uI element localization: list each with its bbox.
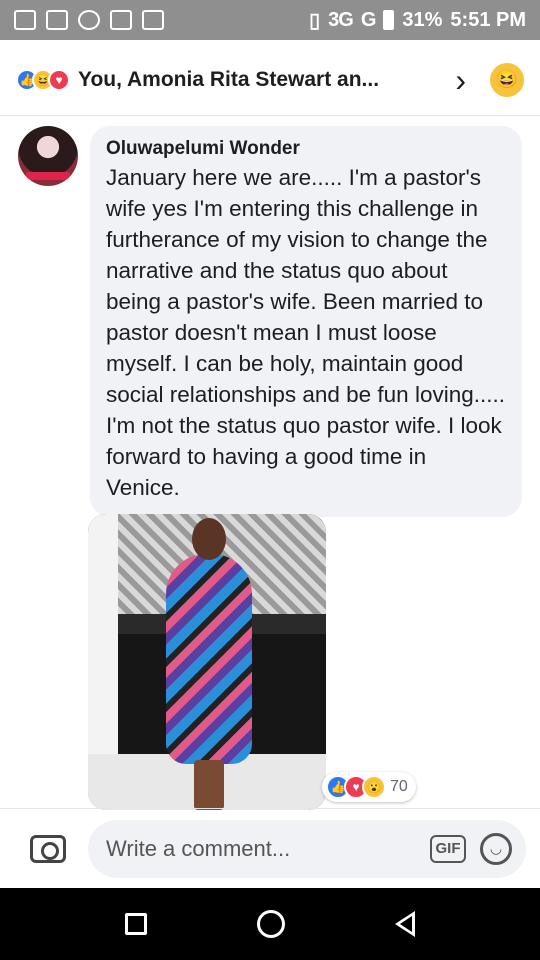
camera-icon[interactable] — [30, 834, 66, 863]
status-bar: ▯ 3G G 31% 5:51 PM — [0, 0, 540, 40]
reaction-stack: 👍 😆 ♥ — [16, 68, 70, 91]
avatar[interactable] — [18, 126, 78, 186]
comment-text: January here we are..... I'm a pastor's … — [106, 165, 505, 500]
whatsapp-notification-icon — [78, 10, 100, 30]
app-notification-icon — [142, 10, 164, 30]
haha-react-button[interactable]: 😆 — [490, 62, 524, 97]
comment-composer: GIF ◡ — [0, 808, 540, 888]
reactions-header[interactable]: 👍 😆 ♥ You, Amonia Rita Stewart an... › 😆 — [0, 44, 540, 116]
love-icon: ♥ — [48, 68, 70, 91]
gif-icon[interactable]: GIF — [430, 834, 466, 863]
vibrate-icon: ▯ — [309, 9, 321, 32]
battery-percent: 31% — [402, 8, 443, 31]
comment-bubble[interactable]: Oluwapelumi Wonder January here we are..… — [90, 126, 522, 517]
comment-reactions[interactable]: 👍 ♥ 😮 70 — [322, 772, 416, 802]
back-button[interactable] — [395, 911, 415, 937]
system-nav-bar — [0, 888, 540, 960]
facebook-notification-icon — [14, 10, 36, 30]
gallery-notification-icon — [110, 10, 132, 30]
comment-input[interactable] — [106, 835, 430, 862]
network-type-2: G — [360, 8, 377, 31]
comment-author[interactable]: Oluwapelumi Wonder — [106, 138, 506, 160]
wow-icon: 😮 — [362, 775, 386, 799]
home-button[interactable] — [257, 910, 285, 938]
recents-button[interactable] — [125, 913, 147, 935]
reactors-text[interactable]: You, Amonia Rita Stewart an... — [78, 68, 445, 92]
emoji-icon[interactable]: ◡ — [480, 832, 512, 865]
message-notification-icon — [46, 10, 68, 30]
comment-photo[interactable] — [88, 514, 326, 810]
comment-input-container: GIF ◡ — [88, 819, 526, 878]
network-type: 3G — [328, 8, 354, 31]
battery-icon — [383, 10, 395, 30]
clock: 5:51 PM — [450, 8, 526, 31]
comments-sheet: 👍 😆 ♥ You, Amonia Rita Stewart an... › 😆… — [0, 44, 540, 888]
chevron-right-icon[interactable]: › — [455, 64, 466, 96]
reaction-count: 70 — [390, 778, 408, 795]
